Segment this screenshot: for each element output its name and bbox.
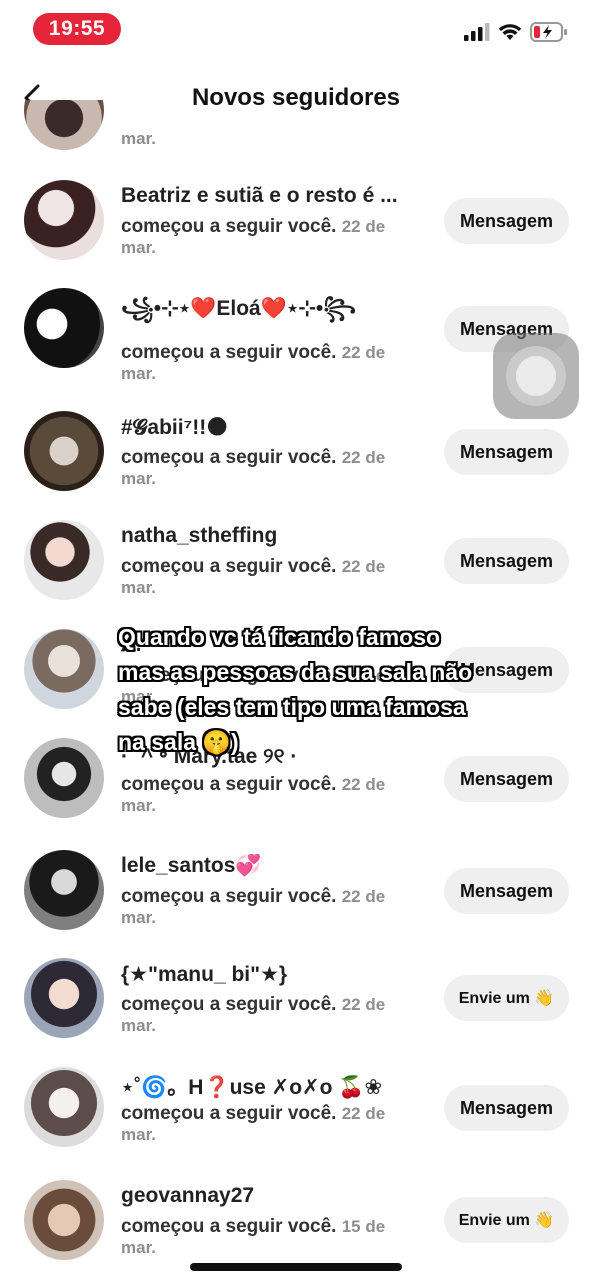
list-item[interactable]: Beatriz e sutiã e o resto é ... começou … — [0, 180, 592, 280]
list-item[interactable]: ⋆˚🌀。H❓use ✗o✗o 🍒❀ começou a seguir você.… — [0, 1067, 592, 1167]
message-button[interactable]: Mensagem — [444, 868, 569, 914]
avatar[interactable] — [24, 1067, 104, 1147]
avatar[interactable] — [24, 100, 104, 150]
follow-info: começou a seguir você. 22 de mar. — [121, 556, 386, 597]
message-button[interactable]: Mensagem — [444, 538, 569, 584]
follow-info: começou a seguir você. 22 de mar. — [121, 447, 386, 488]
username[interactable]: ꧁•⊹٭❤️Eloá❤️٭⊹•꧂ — [121, 292, 356, 335]
follow-info: começou a seguir você. 22 de mar. — [121, 994, 386, 1035]
avatar[interactable] — [24, 738, 104, 818]
message-button[interactable]: Mensagem — [444, 756, 569, 802]
follow-info: começou a seguir você. 22 de mar. — [121, 216, 386, 257]
username[interactable]: natha_stheffing — [121, 524, 277, 548]
follow-date: mar. — [121, 129, 156, 148]
follow-info: começou a seguir você. 22 de mar. — [121, 774, 386, 815]
list-item[interactable]: natha_stheffing começou a seguir você. 2… — [0, 520, 592, 620]
follow-info: começou a seguir você. 22 de mar. — [121, 342, 386, 383]
list-item[interactable]: lele_santos💞 começou a seguir você. 22 d… — [0, 850, 592, 950]
wave-button[interactable]: Envie um 👋 — [444, 1197, 569, 1243]
wave-button[interactable]: Envie um 👋 — [444, 975, 569, 1021]
avatar[interactable] — [24, 180, 104, 260]
username[interactable]: lele_santos💞 — [121, 854, 262, 878]
assistive-core — [516, 356, 556, 396]
avatar[interactable] — [24, 411, 104, 491]
assistive-touch-button[interactable] — [493, 333, 579, 419]
message-button[interactable]: Mensagem — [444, 429, 569, 475]
username[interactable]: {★"manu_ bi"★} — [121, 962, 287, 987]
message-button[interactable]: Mensagem — [444, 1085, 569, 1131]
avatar[interactable] — [24, 850, 104, 930]
home-indicator[interactable] — [190, 1263, 402, 1271]
avatar[interactable] — [24, 1180, 104, 1260]
list-item[interactable]: {★"manu_ bi"★} começou a seguir você. 22… — [0, 958, 592, 1058]
username[interactable]: #𝓖abii⁷!!🌑 — [121, 415, 228, 440]
follow-info: começou a seguir você. 22 de mar. — [121, 1103, 386, 1144]
follow-info: começou a seguir você. 22 de mar. — [121, 886, 386, 927]
avatar[interactable] — [24, 958, 104, 1038]
avatar[interactable] — [24, 520, 104, 600]
username[interactable]: geovannay27 — [121, 1184, 254, 1208]
list-item[interactable]: #𝓖abii⁷!!🌑 começou a seguir você. 22 de … — [0, 411, 592, 511]
username[interactable]: Beatriz e sutiã e o resto é ... — [121, 184, 398, 208]
follow-info: começou a seguir você. 15 de mar. — [121, 1216, 386, 1257]
caption-overlay: Quando vc tá ficando famoso mas as pesso… — [118, 624, 473, 755]
message-button[interactable]: Mensagem — [444, 198, 569, 244]
username[interactable]: ⋆˚🌀。H❓use ✗o✗o 🍒❀ — [121, 1071, 382, 1101]
avatar[interactable] — [24, 629, 104, 709]
list-item-partial: mar. — [0, 100, 592, 150]
avatar[interactable] — [24, 288, 104, 368]
